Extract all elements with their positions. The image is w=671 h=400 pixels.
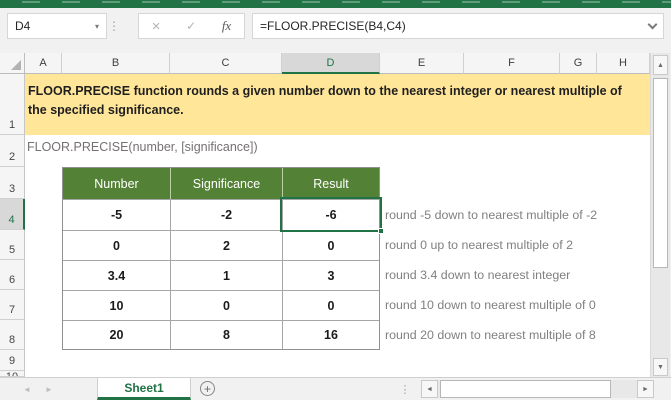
cancel-icon[interactable]: × bbox=[152, 19, 161, 34]
cell-d7[interactable]: 0 bbox=[283, 290, 379, 320]
annotation-cell[interactable]: round 20 down to nearest multiple of 8 bbox=[385, 322, 653, 348]
horizontal-scrollbar-thumb[interactable] bbox=[440, 380, 611, 398]
cell-c8[interactable]: 8 bbox=[171, 320, 283, 349]
cell-d5[interactable]: 0 bbox=[283, 230, 379, 260]
name-box-value: D4 bbox=[15, 19, 30, 33]
tab-sheet1[interactable]: Sheet1 bbox=[97, 378, 191, 400]
column-header-d-selected[interactable]: D bbox=[282, 53, 380, 74]
cell-b8[interactable]: 20 bbox=[63, 320, 171, 349]
table-header-number[interactable]: Number bbox=[63, 168, 171, 199]
table-row: 10 0 0 bbox=[63, 290, 379, 320]
cell-d6[interactable]: 3 bbox=[283, 260, 379, 290]
formula-text: =FLOOR.PRECISE(B4,C4) bbox=[260, 19, 406, 33]
next-sheet-icon[interactable]: ► bbox=[40, 378, 58, 400]
cell-b7[interactable]: 10 bbox=[63, 290, 171, 320]
row-header-3[interactable]: 3 bbox=[0, 167, 25, 199]
excel-window: D4 ▾ ⋮ × ✓ fx =FLOOR.PRECISE(B4,C4) A B … bbox=[0, 0, 671, 400]
tabbar-resize-handle-icon[interactable]: ⋮ bbox=[398, 378, 412, 400]
annotation-cell[interactable]: round 0 up to nearest multiple of 2 bbox=[385, 232, 653, 258]
formula-buttons: × ✓ fx bbox=[138, 13, 245, 39]
row-header-8[interactable]: 8 bbox=[0, 320, 25, 350]
column-header-e[interactable]: E bbox=[380, 53, 464, 74]
cell-b5[interactable]: 0 bbox=[63, 230, 171, 260]
formula-bar[interactable]: =FLOOR.PRECISE(B4,C4) bbox=[252, 13, 664, 39]
cell-b6[interactable]: 3.4 bbox=[63, 260, 171, 290]
table-row: 0 2 0 bbox=[63, 230, 379, 260]
cell-d4-active[interactable]: -6 bbox=[283, 199, 379, 230]
column-header-b[interactable]: B bbox=[62, 53, 170, 74]
cell-b4[interactable]: -5 bbox=[63, 199, 171, 230]
table-row: 3.4 1 3 bbox=[63, 260, 379, 290]
cell-c6[interactable]: 1 bbox=[171, 260, 283, 290]
insert-function-icon[interactable]: fx bbox=[222, 18, 231, 34]
row-header-7[interactable]: 7 bbox=[0, 290, 25, 320]
annotation-cell[interactable]: round -5 down to nearest multiple of -2 bbox=[385, 202, 653, 228]
function-table: Number Significance Result -5 -2 -6 0 2 … bbox=[62, 167, 380, 350]
name-box-dropdown-icon[interactable]: ▾ bbox=[95, 22, 99, 31]
cell-c7[interactable]: 0 bbox=[171, 290, 283, 320]
horizontal-scrollbar[interactable]: ◄ ► bbox=[421, 380, 654, 398]
prev-sheet-icon[interactable]: ◄ bbox=[18, 378, 36, 400]
row-header-2[interactable]: 2 bbox=[0, 135, 25, 167]
name-box[interactable]: D4 ▾ bbox=[7, 13, 107, 39]
row-header-5[interactable]: 5 bbox=[0, 230, 25, 260]
scroll-up-icon[interactable]: ▲ bbox=[653, 55, 668, 75]
separator-dots-icon: ⋮ bbox=[106, 13, 122, 39]
table-header-result[interactable]: Result bbox=[283, 168, 379, 199]
scroll-right-icon[interactable]: ► bbox=[637, 380, 654, 398]
annotation-cell[interactable]: round 3.4 down to nearest integer bbox=[385, 262, 653, 288]
sheet-tab-bar: ◄ ► Sheet1 + ⋮ ◄ ► bbox=[0, 377, 671, 400]
row-header-1[interactable]: 1 bbox=[0, 74, 25, 135]
select-all-icon bbox=[11, 60, 21, 70]
row-header-4-selected[interactable]: 4 bbox=[0, 199, 25, 230]
select-all-button[interactable] bbox=[0, 53, 25, 74]
add-sheet-button[interactable]: + bbox=[200, 381, 215, 396]
row-header-9[interactable]: 9 bbox=[0, 350, 25, 371]
row-header-6[interactable]: 6 bbox=[0, 260, 25, 290]
cell-d8[interactable]: 16 bbox=[283, 320, 379, 349]
cell-c4[interactable]: -2 bbox=[171, 199, 283, 230]
annotation-cell[interactable]: round 10 down to nearest multiple of 0 bbox=[385, 292, 653, 318]
column-header-a[interactable]: A bbox=[25, 53, 62, 74]
vertical-scrollbar[interactable]: ▲ ▼ bbox=[650, 53, 670, 377]
cell-c5[interactable]: 2 bbox=[171, 230, 283, 260]
vertical-scrollbar-thumb[interactable] bbox=[653, 78, 668, 268]
column-header-c[interactable]: C bbox=[170, 53, 282, 74]
column-header-f[interactable]: F bbox=[464, 53, 560, 74]
table-header-row: Number Significance Result bbox=[63, 168, 379, 199]
table-row: 20 8 16 bbox=[63, 320, 379, 349]
description-banner-cell[interactable]: FLOOR.PRECISE function rounds a given nu… bbox=[25, 74, 650, 135]
scroll-down-icon[interactable]: ▼ bbox=[653, 358, 668, 376]
syntax-cell[interactable]: FLOOR.PRECISE(number, [significance]) bbox=[27, 140, 258, 154]
scroll-left-icon[interactable]: ◄ bbox=[421, 380, 438, 398]
table-header-significance[interactable]: Significance bbox=[171, 168, 283, 199]
confirm-icon[interactable]: ✓ bbox=[186, 20, 196, 32]
expand-formula-bar-icon[interactable] bbox=[648, 19, 658, 29]
ribbon-edge bbox=[0, 0, 671, 8]
table-row: -5 -2 -6 bbox=[63, 199, 379, 230]
column-header-g[interactable]: G bbox=[560, 53, 597, 74]
column-header-h[interactable]: H bbox=[597, 53, 650, 74]
fill-handle[interactable] bbox=[378, 228, 384, 234]
